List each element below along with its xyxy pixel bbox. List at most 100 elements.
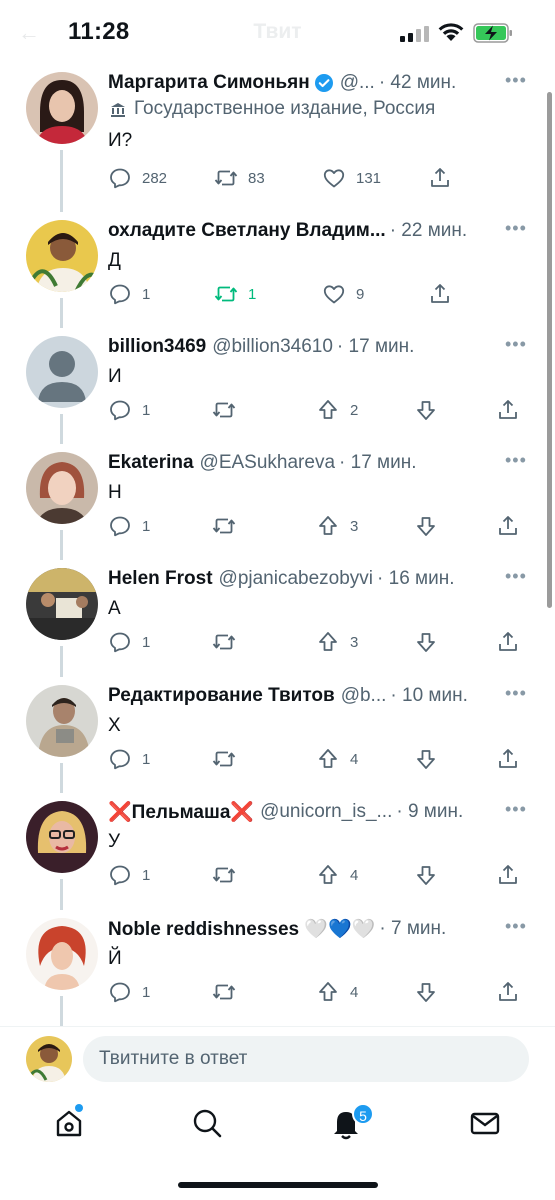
tweet[interactable]: Noble reddishnesses 🤍💙🤍 · 7 мин. ••• Й 1 4 <box>0 910 555 1026</box>
search-icon[interactable] <box>190 1106 224 1140</box>
more-options-icon[interactable]: ••• <box>505 566 529 586</box>
author-handle[interactable]: @... <box>340 72 375 94</box>
tweet-timestamp[interactable]: · 17 мин. <box>337 336 414 358</box>
tweet-header: Редактирование Твитов @b... · 10 мин. <box>108 683 500 709</box>
share-button[interactable] <box>496 861 520 889</box>
more-options-icon[interactable]: ••• <box>505 70 529 90</box>
tweet-text: И? <box>108 130 133 151</box>
tweet-timestamp[interactable]: · 42 мин. <box>379 72 456 94</box>
retweet-icon <box>212 514 236 538</box>
retweet-button[interactable]: 83 <box>214 164 265 192</box>
tweet-timestamp[interactable]: · 9 мин. <box>396 801 463 823</box>
share-button[interactable] <box>496 396 520 424</box>
retweet-icon <box>212 630 236 654</box>
avatar[interactable] <box>26 685 98 757</box>
tweet-timestamp[interactable]: · 10 мин. <box>390 685 467 707</box>
author-name[interactable]: Маргарита Симоньян <box>108 72 310 94</box>
downvote-button[interactable] <box>414 396 438 424</box>
share-button[interactable] <box>428 164 452 192</box>
tweet-header: Noble reddishnesses 🤍💙🤍 · 7 мин. <box>108 916 500 942</box>
reply-button[interactable]: 1 <box>108 745 150 773</box>
upvote-button[interactable]: 4 <box>316 745 358 773</box>
like-button[interactable]: 131 <box>322 164 381 192</box>
share-button[interactable] <box>496 745 520 773</box>
tweet[interactable]: Редактирование Твитов @b... · 10 мин. ••• Х 1… <box>0 677 555 793</box>
author-handle[interactable]: @pjanicabezobyvi <box>219 568 374 590</box>
downvote-button[interactable] <box>414 512 438 540</box>
reply-button[interactable]: 1 <box>108 280 150 308</box>
home-indicator <box>178 1182 378 1188</box>
more-options-icon[interactable]: ••• <box>505 218 529 238</box>
author-handle[interactable]: @EASukhareva <box>200 452 335 474</box>
avatar[interactable] <box>26 918 98 990</box>
more-options-icon[interactable]: ••• <box>505 916 529 936</box>
downvote-button[interactable] <box>414 861 438 889</box>
upvote-icon <box>316 747 340 771</box>
author-name[interactable]: ❌Пельмаша❌ <box>108 800 254 824</box>
retweet-button[interactable] <box>212 861 236 889</box>
reply-button[interactable]: 1 <box>108 396 150 424</box>
more-options-icon[interactable]: ••• <box>505 799 529 819</box>
reply-icon <box>108 980 132 1004</box>
downvote-button[interactable] <box>414 978 438 1006</box>
share-button[interactable] <box>496 512 520 540</box>
upvote-button[interactable]: 4 <box>316 861 358 889</box>
tweet[interactable]: ❌Пельмаша❌ @unicorn_is_... · 9 мин. ••• У 1 4 <box>0 793 555 910</box>
tweet-timestamp[interactable]: · 16 мин. <box>377 568 454 590</box>
author-name[interactable]: охладите Светлану Владим... <box>108 220 386 242</box>
avatar[interactable] <box>26 568 98 640</box>
reply-input[interactable]: Твитните в ответ <box>83 1036 529 1082</box>
avatar[interactable] <box>26 72 98 144</box>
upvote-button[interactable]: 2 <box>316 396 358 424</box>
author-name[interactable]: Noble reddishnesses 🤍💙🤍 <box>108 917 375 941</box>
upvote-button[interactable]: 3 <box>316 512 358 540</box>
avatar[interactable] <box>26 336 98 408</box>
tweet[interactable]: охладите Светлану Владим... · 22 мин. ••• Д… <box>0 212 555 328</box>
upvote-button[interactable]: 4 <box>316 978 358 1006</box>
messages-envelope-icon[interactable] <box>468 1106 502 1140</box>
more-options-icon[interactable]: ••• <box>505 334 529 354</box>
author-handle[interactable]: @unicorn_is_... <box>260 801 392 823</box>
tweet[interactable]: Маргарита Симоньян @... · 42 мин. ••• Госуда… <box>0 64 555 212</box>
retweet-button[interactable] <box>212 745 236 773</box>
avatar[interactable] <box>26 452 98 524</box>
state-media-label[interactable]: Государственное издание, Россия <box>108 98 435 120</box>
tweet-text: А <box>108 598 121 619</box>
downvote-button[interactable] <box>414 628 438 656</box>
retweet-button[interactable] <box>212 978 236 1006</box>
reply-button[interactable]: 282 <box>108 164 167 192</box>
tweet[interactable]: Helen Frost @pjanicabezobyvi · 16 мин. ••• А… <box>0 560 555 677</box>
share-button[interactable] <box>496 628 520 656</box>
reply-button[interactable]: 1 <box>108 978 150 1006</box>
tweet-timestamp[interactable]: · 17 мин. <box>339 452 416 474</box>
more-options-icon[interactable]: ••• <box>505 683 529 703</box>
avatar[interactable] <box>26 220 98 292</box>
author-handle[interactable]: @b... <box>341 685 387 707</box>
reply-button[interactable]: 1 <box>108 512 150 540</box>
author-name[interactable]: Ekaterina <box>108 452 194 474</box>
retweet-button[interactable]: 1 <box>214 280 256 308</box>
author-name[interactable]: Редактирование Твитов <box>108 685 335 707</box>
author-handle[interactable]: @billion34610 <box>212 336 333 358</box>
retweet-button[interactable] <box>212 396 236 424</box>
tweet-timestamp[interactable]: · 7 мин. <box>379 918 446 940</box>
author-name[interactable]: billion3469 <box>108 336 206 358</box>
downvote-button[interactable] <box>414 745 438 773</box>
author-name[interactable]: Helen Frost <box>108 568 213 590</box>
tweet[interactable]: billion3469 @billion34610 · 17 мин. ••• И 1 2 <box>0 328 555 444</box>
reply-button[interactable]: 1 <box>108 628 150 656</box>
avatar[interactable] <box>26 801 98 873</box>
share-button[interactable] <box>496 978 520 1006</box>
retweet-button[interactable] <box>212 512 236 540</box>
tweet-timestamp[interactable]: · 22 мин. <box>390 220 467 242</box>
tweet[interactable]: Ekaterina @EASukhareva · 17 мин. ••• Н 1 3 <box>0 444 555 560</box>
more-options-icon[interactable]: ••• <box>505 450 529 470</box>
like-button[interactable]: 9 <box>322 280 364 308</box>
retweet-button[interactable] <box>212 628 236 656</box>
reply-button[interactable]: 1 <box>108 861 150 889</box>
upvote-count: 4 <box>350 750 359 768</box>
upvote-button[interactable]: 3 <box>316 628 358 656</box>
upvote-count: 3 <box>350 517 359 535</box>
verified-badge-icon <box>314 73 334 93</box>
share-button[interactable] <box>428 280 452 308</box>
